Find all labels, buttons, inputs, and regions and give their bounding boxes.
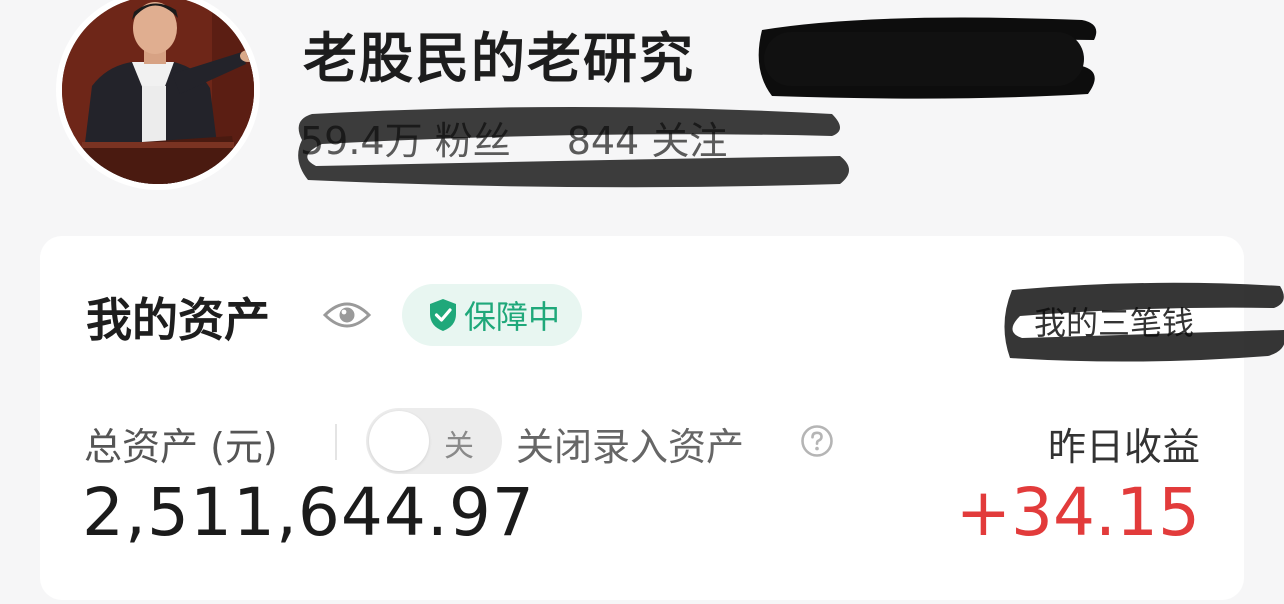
avatar-photo (62, 0, 254, 184)
divider (335, 424, 337, 460)
eye-icon[interactable] (322, 298, 372, 332)
toggle-knob (369, 411, 429, 471)
yesterday-earnings-label: 昨日收益 (1047, 425, 1200, 469)
card-title: 我的资产 (86, 293, 270, 347)
asset-card: 我的资产 保障中 我的三笔钱 总资产 (元) 关 关闭录入资产 2,511,64… (40, 236, 1284, 600)
redaction-mark (1004, 282, 1284, 362)
asset-entry-toggle[interactable]: 关 (366, 408, 502, 474)
protection-badge-label: 保障中 (464, 298, 561, 336)
question-circle-icon[interactable] (800, 424, 834, 458)
toggle-caption: 关闭录入资产 (516, 425, 745, 469)
yesterday-earnings-value: +34.15 (955, 474, 1200, 551)
profile-screen: 老股民的老研究 59.4万 粉丝 844 关注 我的资产 保障中 我的三笔钱 总… (0, 0, 1284, 604)
redaction-mark (298, 107, 850, 188)
avatar[interactable] (56, 0, 260, 190)
shield-check-icon (430, 299, 456, 331)
profile-name: 老股民的老研究 (303, 27, 695, 90)
total-assets-label: 总资产 (元) (84, 425, 278, 469)
my-three-funds-link[interactable]: 我的三笔钱 (998, 276, 1284, 362)
total-assets-value: 2,511,644.97 (82, 474, 535, 551)
toggle-state: 关 (444, 429, 474, 464)
protection-badge[interactable]: 保障中 (402, 284, 583, 346)
redaction-mark (758, 17, 1097, 99)
